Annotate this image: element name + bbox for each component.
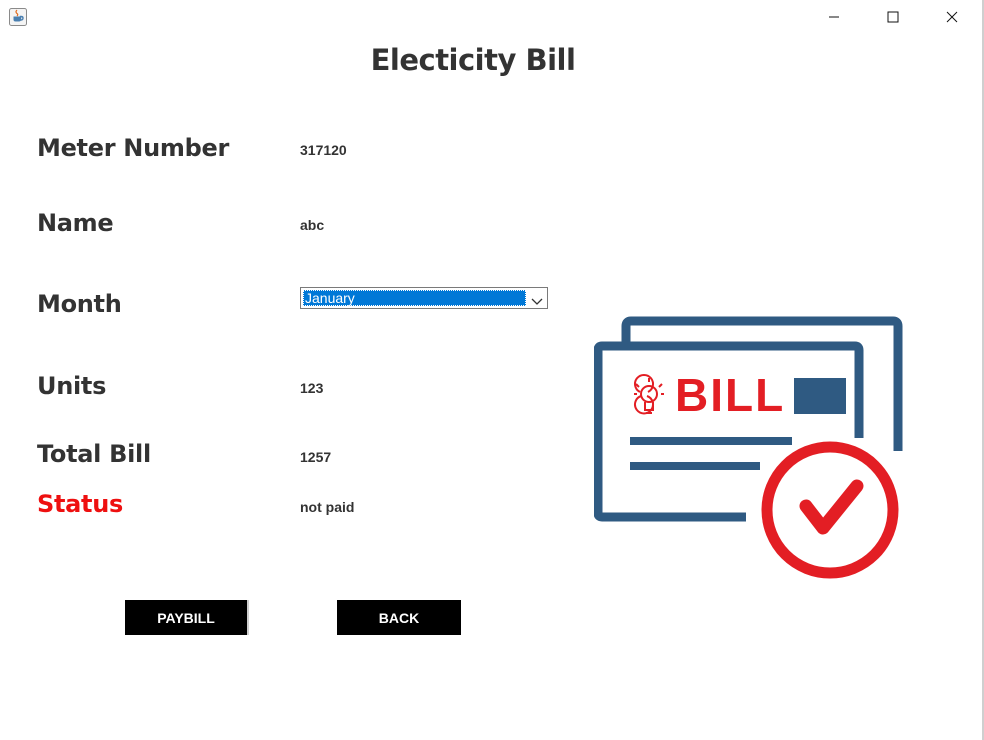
total-bill-label: Total Bill [37,440,151,468]
paybill-button[interactable]: PAYBILL [125,600,249,635]
meter-number-label: Meter Number [37,134,229,162]
name-value: abc [300,217,325,233]
bill-text: BILL [675,369,786,421]
month-select[interactable]: January [300,287,548,309]
electricity-bill-window: Electicity Bill Meter Number 317120 Name… [0,0,984,740]
units-label: Units [37,372,107,400]
page-title: Electicity Bill [370,43,576,77]
meter-number-value: 317120 [300,142,347,158]
maximize-icon[interactable] [870,0,916,34]
chevron-down-icon[interactable] [531,293,543,311]
status-label: Status [37,490,123,518]
units-value: 123 [300,380,324,396]
back-button[interactable]: BACK [337,600,461,635]
java-app-icon [9,8,27,26]
close-icon[interactable] [929,0,975,34]
name-label: Name [37,209,114,237]
total-bill-value: 1257 [300,449,332,465]
bill-paid-icon: BILL [593,316,906,584]
status-value: not paid [300,499,355,515]
month-selected-value: January [303,290,526,306]
month-label: Month [37,290,122,318]
minimize-icon[interactable] [811,0,857,34]
title-bar [0,0,982,34]
